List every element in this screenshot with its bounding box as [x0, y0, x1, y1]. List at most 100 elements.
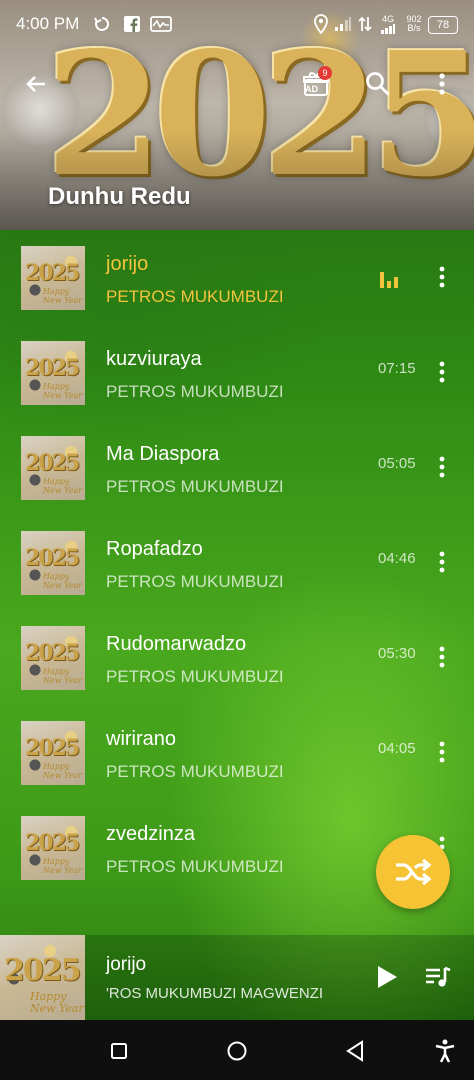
network-type: 4G: [381, 13, 394, 24]
data-rate-unit: B/s: [407, 23, 421, 33]
album-art-thumbnail: 2025 Happy New Year: [21, 436, 85, 500]
facebook-icon: [122, 14, 142, 34]
search-button[interactable]: [358, 64, 398, 104]
thumb-greeting-line2: New Year: [43, 295, 83, 305]
song-more-button[interactable]: [430, 355, 454, 389]
ad-label: AD: [305, 84, 318, 94]
song-title: Rudomarwadzo: [106, 633, 247, 655]
thumb-year: 2025: [25, 640, 80, 666]
album-art-thumbnail: 2025 Happy New Year: [21, 531, 85, 595]
song-duration: 04:46: [378, 550, 416, 567]
arrow-left-icon: [26, 76, 45, 92]
song-more-button[interactable]: [430, 545, 454, 579]
overflow-menu-button[interactable]: [422, 64, 462, 104]
header-shade: [0, 130, 474, 230]
thumb-greeting: Happy New Year: [30, 990, 84, 1015]
album-art-thumbnail: 2025 Happy New Year: [21, 341, 85, 405]
now-playing-album-art: 2025 Happy New Year: [0, 935, 85, 1020]
thumb-greeting-line2: New Year: [43, 675, 83, 685]
song-row[interactable]: 2025 Happy New Year wirirano PETROS MUKUM…: [0, 705, 474, 800]
song-title: wirirano: [106, 728, 177, 750]
song-more-button[interactable]: [430, 640, 454, 674]
song-row[interactable]: 2025 Happy New Year Rudomarwadzo PETROS M…: [0, 610, 474, 705]
thumb-greeting-line1: Happy: [43, 287, 70, 296]
song-more-button[interactable]: [430, 735, 454, 769]
thumb-year: 2025: [25, 830, 80, 856]
more-vertical-icon: [439, 73, 445, 95]
song-artist: PETROS MUKUMBUZI: [106, 667, 284, 686]
song-artist: PETROS MUKUMBUZI: [106, 572, 284, 591]
song-title: Ropafadzo: [106, 538, 203, 560]
song-row[interactable]: 2025 Happy New Year kuzviuraya PETROS MUK…: [0, 325, 474, 420]
album-art-thumbnail: 2025 Happy New Year: [21, 721, 85, 785]
now-playing-artist: 'ROS MUKUMBUZI MAGWENZI: [106, 985, 324, 1002]
thumb-greeting-line1: Happy: [30, 990, 67, 1003]
thumb-greeting: Happy New Year: [43, 762, 83, 781]
ad-gift-button[interactable]: AD 9: [296, 64, 336, 104]
thumb-greeting-line1: Happy: [43, 382, 70, 391]
playlist-queue-icon: [426, 966, 451, 987]
more-vertical-icon: [439, 361, 445, 383]
song-artist: PETROS MUKUMBUZI: [106, 762, 284, 781]
accessibility-icon: [435, 1039, 455, 1063]
thumb-year: 2025: [4, 953, 81, 988]
location-icon: [312, 14, 330, 34]
thumb-greeting: Happy New Year: [43, 857, 83, 876]
status-bar: 4:00 PM 4G 902 B/s 78: [0, 0, 474, 50]
thumb-greeting-line2: New Year: [43, 865, 83, 875]
battery-icon: 78: [428, 16, 458, 34]
accessibility-button[interactable]: [430, 1036, 460, 1066]
song-row[interactable]: 2025 Happy New Year jorijo PETROS MUKUMBU…: [0, 230, 474, 325]
now-playing-title: jorijo: [106, 954, 147, 975]
song-artist: PETROS MUKUMBUZI: [106, 382, 284, 401]
album-art-thumbnail: 2025 Happy New Year: [21, 246, 85, 310]
notification-badge: 9: [318, 66, 332, 80]
more-vertical-icon: [439, 266, 445, 288]
sync-icon: [92, 14, 112, 34]
song-artist: PETROS MUKUMBUZI: [106, 477, 284, 496]
equalizer-playing-icon: [380, 272, 398, 288]
signal-4g-icon: 4G: [376, 14, 400, 34]
play-button[interactable]: [369, 959, 405, 995]
mini-player[interactable]: 2025 Happy New Year jorijo 'ROS MUKUMBUZI…: [0, 935, 474, 1020]
back-button[interactable]: [16, 64, 56, 104]
queue-button[interactable]: [420, 959, 456, 995]
more-vertical-icon: [439, 646, 445, 668]
square-icon: [111, 1043, 127, 1059]
more-vertical-icon: [439, 741, 445, 763]
thumb-greeting: Happy New Year: [43, 477, 83, 496]
thumb-year: 2025: [25, 355, 80, 381]
signal-icon: [334, 14, 352, 34]
thumb-greeting: Happy New Year: [43, 572, 82, 591]
thumb-greeting-line1: Happy: [43, 572, 70, 581]
data-arrows-icon: [356, 14, 374, 34]
song-artist: PETROS MUKUMBUZI: [106, 287, 284, 306]
thumb-greeting: Happy New Year: [43, 382, 83, 401]
thumb-greeting-line2: New Year: [43, 770, 83, 780]
back-nav-button[interactable]: [340, 1036, 370, 1066]
thumb-greeting: Happy New Year: [43, 287, 83, 306]
song-title: jorijo: [106, 253, 149, 275]
thumb-greeting-line2: New Year: [43, 485, 83, 495]
song-title: Ma Diaspora: [106, 443, 220, 465]
thumb-greeting-line2: New Year: [43, 390, 83, 400]
thumb-greeting: Happy New Year: [43, 667, 83, 686]
thumb-year: 2025: [25, 260, 80, 286]
status-time: 4:00 PM: [16, 14, 80, 33]
shuffle-button[interactable]: [376, 835, 450, 909]
home-button[interactable]: [222, 1036, 252, 1066]
thumb-greeting-line1: Happy: [43, 857, 70, 866]
recents-button[interactable]: [104, 1036, 134, 1066]
song-row[interactable]: 2025 Happy New Year Ma Diaspora PETROS MU…: [0, 420, 474, 515]
song-duration: 04:05: [378, 740, 416, 757]
song-more-button[interactable]: [430, 450, 454, 484]
song-row[interactable]: 2025 Happy New Year Ropafadzo PETROS MUKU…: [0, 515, 474, 610]
more-vertical-icon: [439, 551, 445, 573]
search-icon: [366, 72, 390, 96]
song-duration: 05:05: [378, 455, 416, 472]
circle-icon: [227, 1041, 247, 1061]
song-more-button[interactable]: [430, 260, 454, 294]
thumb-year: 2025: [25, 450, 80, 476]
album-art-thumbnail: 2025 Happy New Year: [21, 626, 85, 690]
song-title: kuzviuraya: [106, 348, 202, 370]
